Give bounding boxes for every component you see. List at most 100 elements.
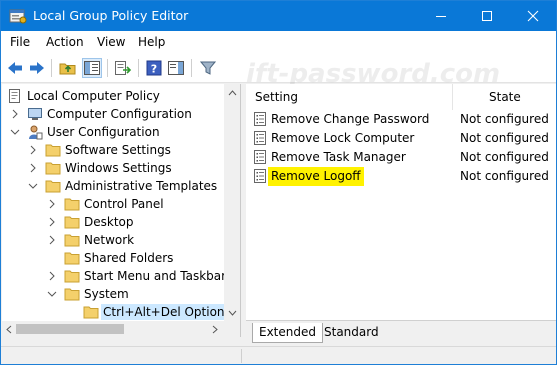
user-icon — [29, 125, 43, 140]
toolbar: ? — [1, 53, 556, 83]
tree-label: Desktop — [84, 215, 134, 229]
group-policy-app-icon — [9, 9, 27, 24]
setting-row[interactable]: Remove Lock Computer Not configured — [246, 129, 556, 148]
setting-row[interactable]: Remove Task Manager Not configured — [246, 148, 556, 167]
setting-name: Remove Logoff — [268, 167, 364, 186]
show-hide-tree-button[interactable] — [82, 58, 102, 78]
forward-button[interactable] — [27, 58, 47, 78]
toolbar-separator — [138, 59, 139, 77]
tree-node-ctrl-alt-del-options[interactable]: Ctrl+Alt+Del Options — [2, 303, 233, 321]
back-button[interactable] — [5, 58, 25, 78]
title-bar: Local Group Policy Editor — [1, 1, 556, 31]
tree-label: Start Menu and Taskbar — [84, 269, 227, 283]
tree-node-administrative-templates[interactable]: Administrative Templates — [2, 177, 222, 195]
expand-chevron-icon[interactable] — [47, 216, 57, 228]
tree-node-network[interactable]: Network — [2, 231, 222, 249]
toolbar-separator — [51, 59, 52, 77]
folder-icon — [64, 270, 80, 283]
column-header-setting[interactable]: Setting — [255, 84, 298, 110]
tab-extended[interactable]: Extended — [252, 323, 323, 343]
tree-node-software-settings[interactable]: Software Settings — [2, 141, 222, 159]
filter-icon — [200, 61, 216, 75]
menu-action[interactable]: Action — [46, 35, 84, 49]
show-hide-action-pane-icon — [168, 61, 184, 75]
folder-icon — [64, 198, 80, 211]
tree-node-windows-settings[interactable]: Windows Settings — [2, 159, 222, 177]
expand-chevron-icon[interactable] — [28, 144, 38, 156]
collapse-chevron-icon[interactable] — [47, 288, 57, 300]
tree-horizontal-scrollbar[interactable] — [2, 321, 224, 337]
window-title: Local Group Policy Editor — [33, 8, 189, 23]
tree-label: Network — [84, 233, 135, 247]
export-list-button[interactable] — [113, 58, 133, 78]
folder-icon — [64, 216, 80, 229]
tree-node-start-menu-and-taskbar[interactable]: Start Menu and Taskbar — [2, 267, 226, 285]
menu-help[interactable]: Help — [138, 35, 165, 49]
scroll-right-icon[interactable] — [210, 324, 220, 334]
setting-name: Remove Task Manager — [271, 150, 406, 164]
folder-icon — [64, 252, 80, 265]
filter-button[interactable] — [198, 58, 218, 78]
expand-chevron-icon[interactable] — [47, 234, 57, 246]
expand-chevron-icon[interactable] — [28, 162, 38, 174]
setting-state: Not configured — [460, 150, 549, 164]
expand-chevron-icon[interactable] — [47, 198, 57, 210]
menu-view[interactable]: View — [97, 35, 125, 49]
tree-node-system[interactable]: System — [2, 285, 222, 303]
setting-name: Remove Lock Computer — [271, 131, 415, 145]
scroll-left-icon[interactable] — [4, 324, 14, 334]
folder-icon — [45, 144, 61, 157]
policy-setting-icon — [254, 112, 266, 126]
setting-state: Not configured — [460, 112, 549, 126]
tree-node-computer-configuration[interactable]: Computer Configuration — [2, 105, 222, 123]
help-button[interactable]: ? — [144, 58, 164, 78]
collapse-chevron-icon[interactable] — [10, 126, 20, 138]
tree-node-user-configuration[interactable]: User Configuration — [2, 123, 222, 141]
menu-file[interactable]: File — [10, 35, 30, 49]
tree-label: Ctrl+Alt+Del Options — [101, 304, 233, 320]
status-divider — [241, 349, 242, 363]
toolbar-separator — [191, 59, 192, 77]
tree-vertical-scrollbar[interactable] — [224, 84, 240, 337]
forward-arrow-icon — [30, 62, 44, 74]
expand-chevron-icon[interactable] — [47, 270, 57, 282]
tree-node-shared-folders[interactable]: Shared Folders — [2, 249, 222, 267]
up-folder-icon — [59, 63, 76, 75]
setting-row[interactable]: Remove Change Password Not configured — [246, 110, 556, 129]
tab-standard[interactable]: Standard — [318, 323, 385, 343]
tree-node-control-panel[interactable]: Control Panel — [2, 195, 222, 213]
close-icon — [527, 10, 539, 22]
folder-icon — [83, 306, 99, 319]
close-button[interactable] — [510, 1, 556, 31]
scroll-up-icon[interactable] — [227, 88, 237, 98]
collapse-chevron-icon[interactable] — [28, 180, 38, 192]
minimize-button[interactable] — [418, 1, 464, 31]
show-hide-action-pane-button[interactable] — [166, 58, 186, 78]
setting-row-highlighted[interactable]: Remove Logoff Not configured — [246, 167, 556, 186]
settings-list: Setting State Remove Change Password Not… — [246, 84, 556, 320]
tree-label: Windows Settings — [65, 161, 172, 175]
setting-name: Remove Change Password — [271, 112, 430, 126]
column-divider[interactable] — [452, 84, 453, 110]
tree-node-desktop[interactable]: Desktop — [2, 213, 222, 231]
export-list-icon — [115, 61, 132, 75]
maximize-icon — [482, 11, 492, 21]
toolbar-separator — [107, 59, 108, 77]
column-header-state[interactable]: State — [489, 84, 521, 110]
scroll-down-icon[interactable] — [227, 308, 237, 318]
svg-text:?: ? — [151, 63, 157, 76]
scrollbar-thumb[interactable] — [16, 324, 124, 334]
policy-setting-icon — [254, 169, 266, 183]
policy-setting-icon — [254, 150, 266, 164]
navigation-tree: Local Computer Policy Computer Configura… — [2, 84, 241, 337]
gpedit-window: Local Group Policy Editor File Action Vi… — [0, 0, 557, 365]
minimize-icon — [436, 16, 446, 17]
up-one-level-button[interactable] — [58, 58, 78, 78]
back-arrow-icon — [8, 62, 22, 74]
menu-bar: File Action View Help — [1, 31, 556, 53]
tree-node-local-computer-policy[interactable]: Local Computer Policy — [2, 87, 222, 105]
maximize-button[interactable] — [464, 1, 510, 31]
tree-label: User Configuration — [47, 125, 160, 139]
tree-label: System — [84, 287, 129, 301]
expand-chevron-icon[interactable] — [10, 108, 20, 120]
